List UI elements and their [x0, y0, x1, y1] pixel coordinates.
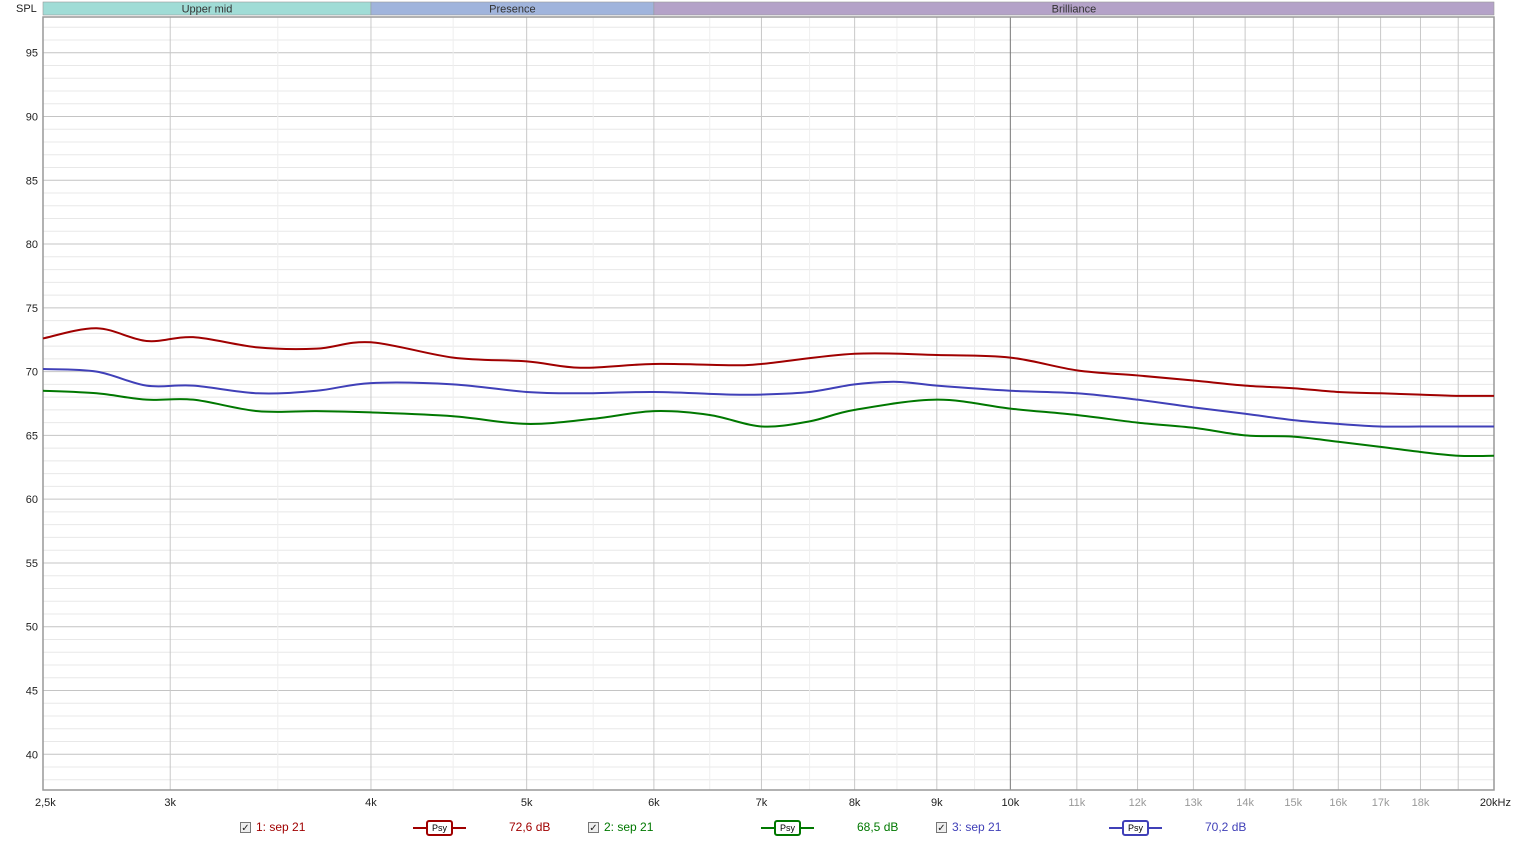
legend: ✓ 1: sep 21 Psy 72,6 dB ✓ 2: sep 21 Psy … — [0, 820, 1516, 838]
band-label: Upper mid — [182, 4, 233, 16]
legend-item-2[interactable]: ✓ 2: sep 21 — [588, 820, 653, 834]
series-1-level: 72,6 dB — [509, 820, 551, 834]
band-label: Presence — [489, 4, 535, 16]
y-tick-label: 95 — [26, 48, 38, 60]
x-tick-label: 10k — [1001, 797, 1019, 809]
series-3-level: 70,2 dB — [1205, 820, 1247, 834]
series-3-name: 3: sep 21 — [952, 820, 1002, 834]
y-tick-label: 45 — [26, 686, 38, 698]
x-tick-label: 17k — [1372, 797, 1390, 809]
x-tick-label: 6k — [648, 797, 660, 809]
series-2-level: 68,5 dB — [857, 820, 899, 834]
plot-area — [43, 17, 1494, 790]
series-2-smoothing-label: Psy — [774, 820, 802, 836]
checkbox-series-1[interactable]: ✓ — [240, 821, 251, 834]
y-axis-label: SPL — [16, 3, 37, 15]
y-tick-label: 70 — [26, 367, 38, 379]
checkbox-series-2[interactable]: ✓ — [588, 821, 599, 834]
x-tick-label: 12k — [1129, 797, 1147, 809]
x-tick-label: 4k — [365, 797, 377, 809]
band-label: Brilliance — [1052, 4, 1097, 16]
y-tick-label: 40 — [26, 749, 38, 761]
x-tick-label: 14k — [1236, 797, 1254, 809]
y-tick-label: 60 — [26, 494, 38, 506]
x-tick-label: 5k — [521, 797, 533, 809]
x-tick-label: 8k — [849, 797, 861, 809]
y-tick-label: 85 — [26, 175, 38, 187]
y-tick-label: 55 — [26, 558, 38, 570]
x-tick-label: 15k — [1284, 797, 1302, 809]
x-tick-label: 2,5k — [35, 797, 56, 809]
series-1-smoothing-button[interactable]: Psy — [413, 820, 467, 836]
y-tick-label: 50 — [26, 622, 38, 634]
y-tick-label: 65 — [26, 430, 38, 442]
legend-item-3[interactable]: ✓ 3: sep 21 — [936, 820, 1001, 834]
x-tick-label: 9k — [931, 797, 943, 809]
x-tick-label: 13k — [1185, 797, 1203, 809]
x-tick-label: 18k — [1412, 797, 1430, 809]
series-2-smoothing-button[interactable]: Psy — [761, 820, 815, 836]
series-3-smoothing-button[interactable]: Psy — [1109, 820, 1163, 836]
x-tick-label: 16k — [1329, 797, 1347, 809]
y-tick-label: 75 — [26, 303, 38, 315]
checkbox-series-3[interactable]: ✓ — [936, 821, 947, 834]
spl-chart[interactable]: Upper mid Presence Brilliance SPL 40 45 50 55 60… — [0, 0, 1516, 843]
series-2-name: 2: sep 21 — [604, 820, 654, 834]
series-1-smoothing-label: Psy — [426, 820, 454, 836]
y-tick-label: 80 — [26, 239, 38, 251]
x-tick-label: 3k — [164, 797, 176, 809]
series-1-name: 1: sep 21 — [256, 820, 306, 834]
x-tick-label: 7k — [756, 797, 768, 809]
legend-item-1[interactable]: ✓ 1: sep 21 — [240, 820, 305, 834]
x-tick-label: 11k — [1068, 797, 1085, 809]
y-tick-label: 90 — [26, 111, 38, 123]
series-3-smoothing-label: Psy — [1122, 820, 1150, 836]
x-tick-label: 20kHz — [1480, 797, 1511, 809]
